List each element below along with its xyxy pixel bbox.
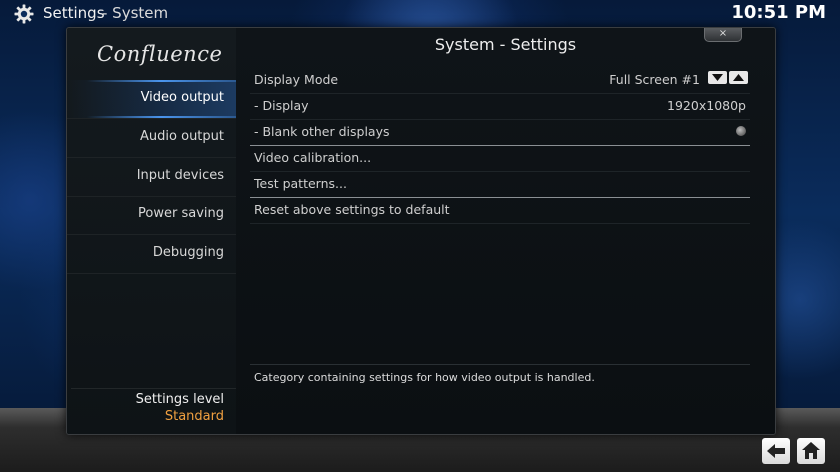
sidebar-item-debugging[interactable]: Debugging (67, 235, 236, 274)
confluence-logo: Confluence (97, 42, 223, 66)
setting-label: Display Mode (254, 72, 339, 87)
setting-description: Category containing settings for how vid… (254, 371, 595, 384)
home-button[interactable] (797, 438, 825, 464)
page-title: System - Settings (434, 35, 577, 54)
setting-label: Test patterns... (254, 176, 347, 191)
back-arrow-icon (767, 444, 785, 458)
close-button[interactable]: × (704, 28, 742, 42)
spin-up-button[interactable] (729, 71, 748, 84)
home-icon (802, 442, 820, 459)
display-mode-spinner (708, 71, 750, 85)
gear-icon (14, 4, 34, 24)
setting-row-display[interactable]: - Display 1920x1080p (250, 93, 750, 120)
settings-level-divider (71, 388, 236, 389)
setting-label: - Blank other displays (254, 124, 390, 139)
sidebar-item-label: Audio output (140, 129, 224, 144)
settings-level-value[interactable]: Standard (165, 409, 224, 424)
setting-value: 1920x1080p (667, 98, 746, 113)
sidebar-item-input-devices[interactable]: Input devices (67, 158, 236, 197)
sidebar-item-label: Input devices (136, 168, 224, 183)
setting-row-video-calibration[interactable]: Video calibration... (250, 145, 750, 172)
settings-panel: Confluence Video output Audio output Inp… (66, 27, 776, 435)
setting-row-display-mode[interactable]: Display Mode Full Screen #1 (250, 67, 750, 94)
radio-toggle-icon[interactable] (736, 126, 746, 136)
setting-label: - Display (254, 98, 309, 113)
spin-down-button[interactable] (708, 71, 727, 84)
sidebar-item-power-saving[interactable]: Power saving (67, 196, 236, 235)
clock: 10:51 PM (731, 2, 826, 23)
settings-level-label[interactable]: Settings level (136, 392, 224, 407)
settings-content: System - Settings × Display Mode Full Sc… (236, 28, 775, 434)
header-title: Settings (43, 4, 105, 22)
chevron-up-icon (733, 74, 744, 81)
top-header: Settings - System 10:51 PM (0, 0, 840, 28)
setting-row-test-patterns[interactable]: Test patterns... (250, 171, 750, 198)
close-icon: × (718, 28, 728, 39)
chevron-down-icon (712, 74, 723, 81)
sidebar: Confluence Video output Audio output Inp… (67, 28, 236, 434)
description-divider (250, 364, 750, 365)
setting-row-reset[interactable]: Reset above settings to default (250, 197, 750, 224)
back-button[interactable] (762, 438, 790, 464)
setting-label: Reset above settings to default (254, 202, 450, 217)
setting-row-blank-other-displays[interactable]: - Blank other displays (250, 119, 750, 146)
sidebar-item-label: Debugging (152, 245, 224, 260)
setting-value: Full Screen #1 (609, 72, 700, 87)
sidebar-item-audio-output[interactable]: Audio output (67, 119, 236, 158)
header-breadcrumb: - System (102, 4, 169, 22)
sidebar-item-label: Power saving (138, 206, 224, 221)
setting-label: Video calibration... (254, 150, 372, 165)
sidebar-item-video-output[interactable]: Video output (67, 80, 236, 119)
sidebar-item-label: Video output (140, 90, 224, 105)
